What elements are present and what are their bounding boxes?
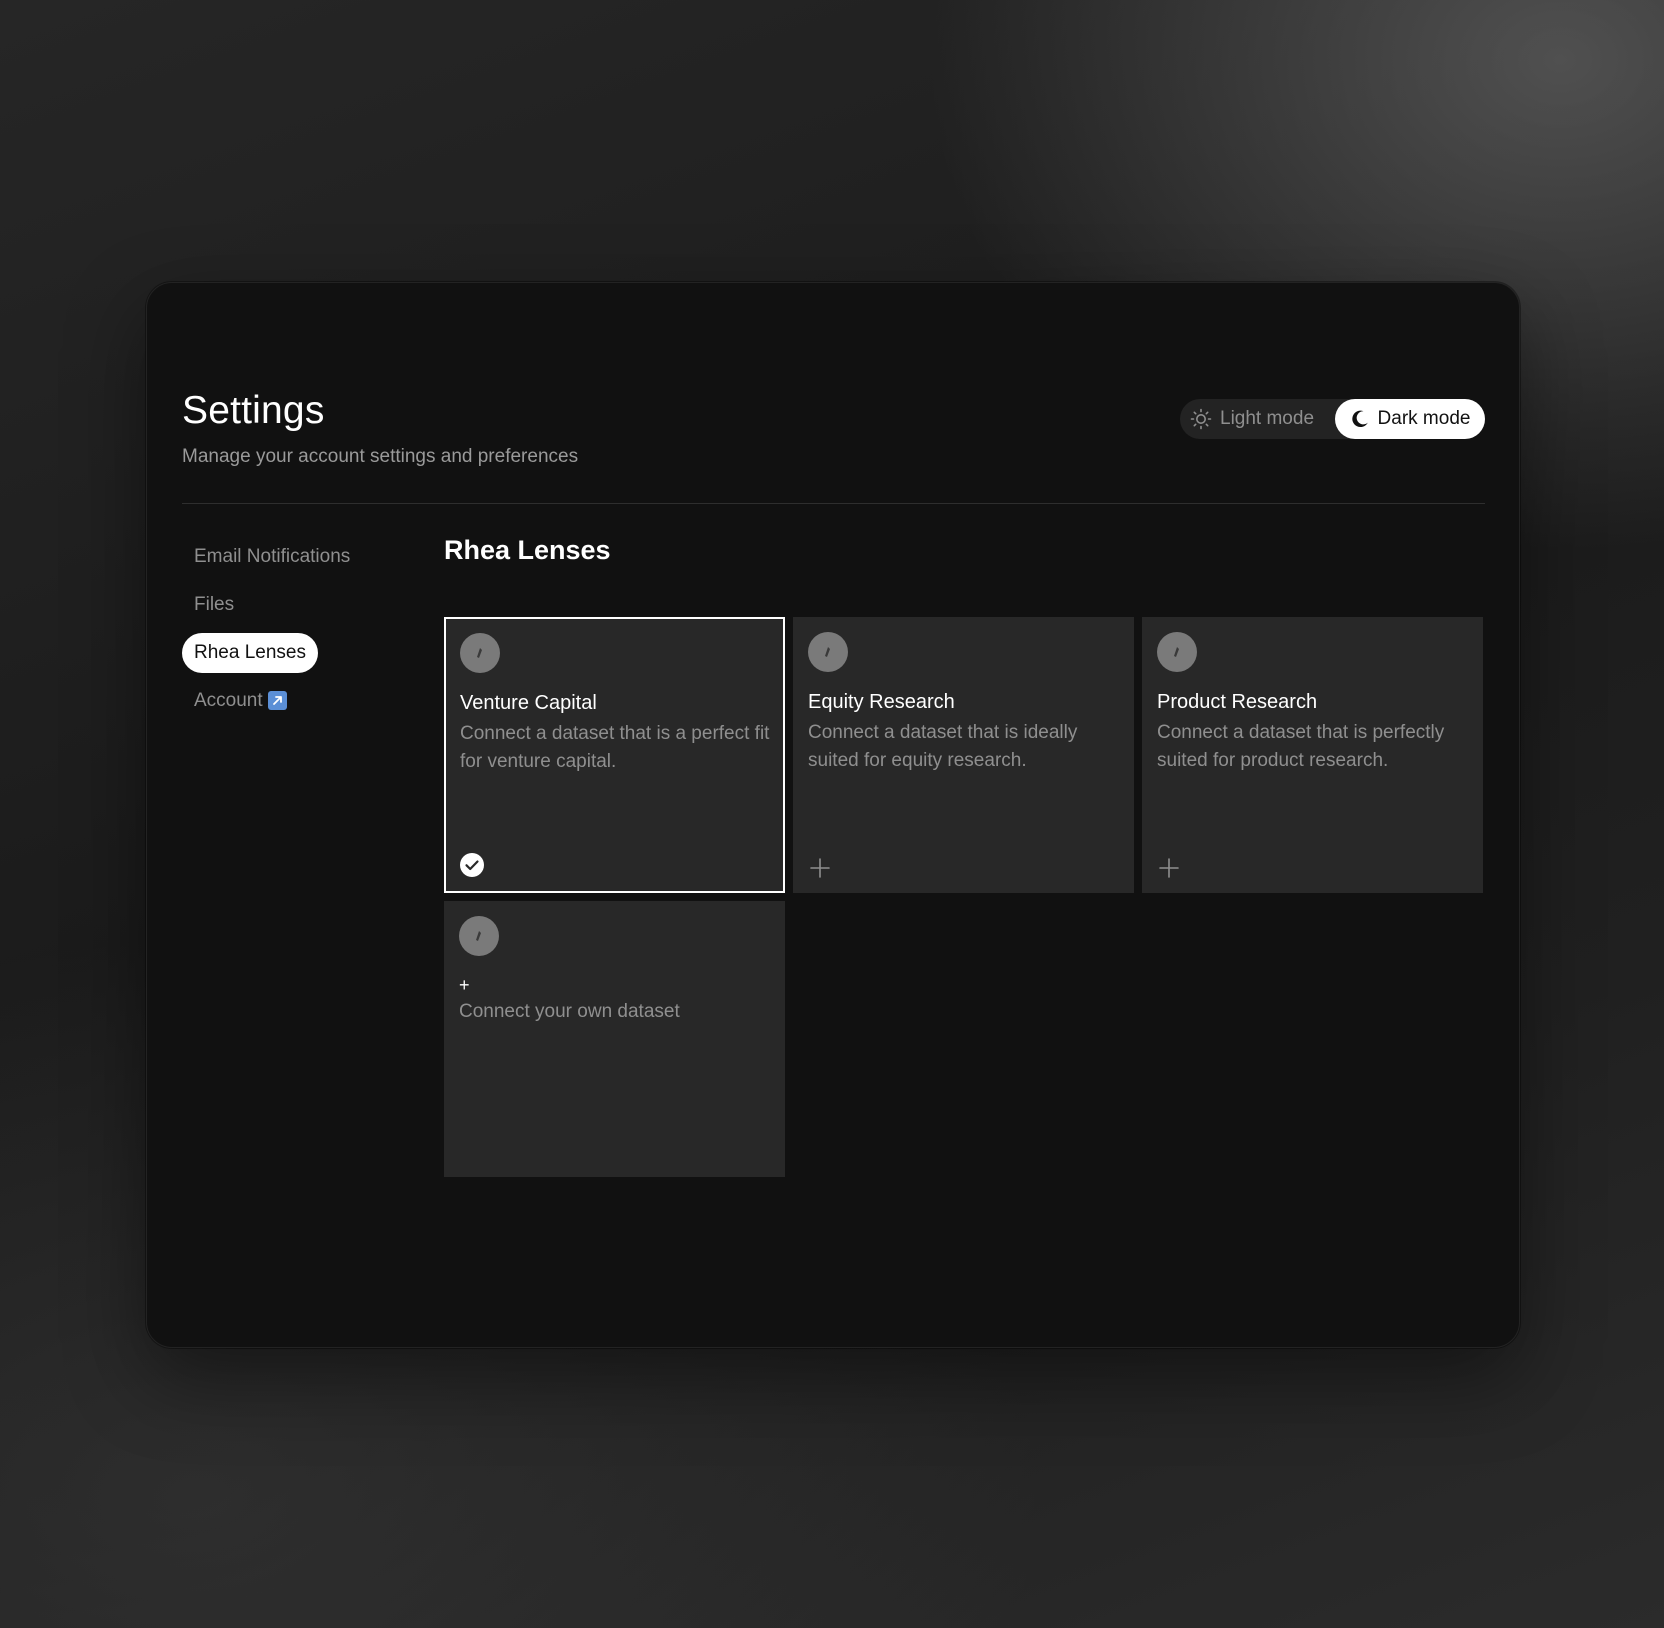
dark-mode-label: Dark mode [1377,408,1471,429]
lens-card-venture-capital[interactable]: Venture Capital Connect a dataset that i… [444,617,785,893]
lens-avatar-icon [1157,632,1197,672]
sidebar-item-email-notifications[interactable]: Email Notifications [182,537,362,577]
lens-card-equity-research[interactable]: Equity Research Connect a dataset that i… [793,617,1134,893]
sun-icon [1190,408,1212,430]
check-circle-icon[interactable] [460,853,484,877]
sidebar-item-rhea-lenses[interactable]: Rhea Lenses [182,633,318,673]
sidebar-item-files[interactable]: Files [182,585,246,625]
lens-avatar-icon [808,632,848,672]
sidebar-item-account[interactable]: Account [182,681,299,721]
sidebar-item-label: Account [194,690,263,711]
lens-title: Venture Capital [460,692,597,714]
connect-own-dataset-card[interactable]: + Connect your own dataset [444,901,785,1177]
settings-sidebar: Email Notifications Files Rhea Lenses Ac… [182,537,402,729]
settings-panel: Settings Manage your account settings an… [146,282,1520,1348]
external-link-icon [267,690,287,710]
light-mode-button[interactable]: Light mode [1190,399,1314,439]
theme-toggle[interactable]: Light mode Dark mode [1180,399,1485,439]
dark-mode-button[interactable]: Dark mode [1335,399,1485,439]
light-mode-label: Light mode [1220,408,1315,429]
section-title: Rhea Lenses [444,535,611,565]
plus-icon[interactable] [1158,857,1180,879]
lens-description: Connect a dataset that is perfectly suit… [1157,722,1445,771]
lens-description: Connect a dataset that is ideally suited… [808,722,1078,771]
header-divider [182,503,1485,504]
lens-card-product-research[interactable]: Product Research Connect a dataset that … [1142,617,1483,893]
lens-title: Product Research [1157,691,1318,713]
page-title: Settings [182,389,325,432]
lens-title: Equity Research [808,691,955,713]
lens-avatar-icon [460,633,500,673]
connect-own-dataset-label: Connect your own dataset [459,1001,680,1022]
lens-description: Connect a dataset that is a perfect fit … [460,723,770,772]
plus-icon: + [459,975,470,995]
lens-avatar-icon [459,916,499,956]
plus-icon[interactable] [809,857,831,879]
page-subtitle: Manage your account settings and prefere… [182,446,579,467]
moon-icon [1350,409,1370,429]
